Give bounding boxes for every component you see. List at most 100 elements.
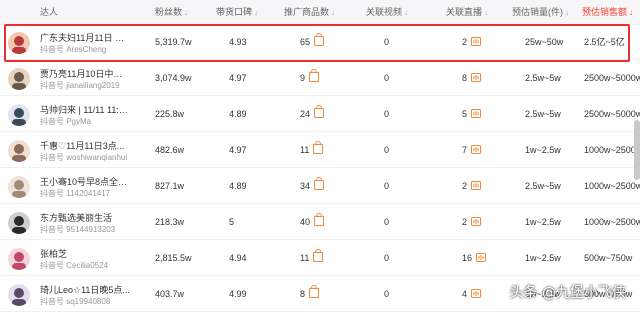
rating-value: 4.94: [229, 253, 247, 263]
douyin-id: 抖音号 95144913203: [40, 225, 116, 234]
shopping-bag-icon: [314, 177, 325, 190]
talent-name[interactable]: 东方甄选美丽生活: [40, 211, 130, 224]
avatar-image: [8, 176, 30, 198]
sort-icon[interactable]: ↓: [565, 8, 569, 17]
col-lives[interactable]: 关联直播 ↓: [446, 0, 488, 24]
table-row[interactable]: 王小骞10号早8点全棉... 抖音号 1142041417 827.1w 4.8…: [0, 169, 640, 204]
fans-count: 827.1w: [155, 181, 185, 191]
shopping-bag-icon: [314, 213, 325, 226]
talent-name[interactable]: 贾乃亮11月10日中午1...: [40, 67, 130, 80]
videos-count: 0: [384, 145, 390, 155]
sales-range: 1w~2.5w: [525, 145, 561, 155]
table-row[interactable]: 贾乃亮11月10日中午1... 抖音号 jianailiang2019 3,07…: [0, 61, 640, 96]
shopping-bag-icon: [313, 249, 324, 262]
sales-range: 2.5w~5w: [525, 181, 561, 191]
col-videos[interactable]: 关联视频 ↓: [366, 0, 408, 24]
talent-name[interactable]: 张柏芝: [40, 247, 130, 260]
lives-count: 7: [462, 145, 468, 155]
shopping-bag-icon: [309, 69, 320, 82]
products-count: 40: [300, 217, 311, 227]
avatar[interactable]: [8, 284, 30, 306]
products-cell[interactable]: 24: [300, 97, 325, 131]
lives-cell[interactable]: 16: [462, 241, 487, 275]
lives-count: 5: [462, 109, 468, 119]
table-row[interactable]: 张柏芝 抖音号 Cecilia0524 2,815.5w 4.94 11 0 1…: [0, 241, 640, 276]
rating-value: 4.89: [229, 181, 247, 191]
col-videos-label: 关联视频: [366, 7, 403, 17]
douyin-id: 抖音号 woshiwanqianhui: [40, 153, 128, 162]
products-cell[interactable]: 11: [300, 241, 324, 275]
products-cell[interactable]: 11: [300, 133, 324, 167]
fans-count: 2,815.5w: [155, 253, 192, 263]
lives-cell[interactable]: 4: [462, 277, 482, 311]
live-stream-icon: [471, 145, 482, 154]
talent-name[interactable]: 琦儿Leo☆11日晚5点...: [40, 283, 130, 296]
sort-icon[interactable]: ↓: [184, 8, 188, 17]
table-row[interactable]: 马帅归来 | 11/11 11:00... 抖音号 PgyMa 225.8w 4…: [0, 97, 640, 132]
videos-count: 0: [384, 217, 390, 227]
table-row[interactable]: 千惠♡11月11日3点... 抖音号 woshiwanqianhui 482.6…: [0, 133, 640, 168]
avatar-image: [8, 140, 30, 162]
lives-cell[interactable]: 8: [462, 61, 482, 95]
avatar-image: [8, 284, 30, 306]
avatar[interactable]: [8, 212, 30, 234]
highlight-box: [4, 24, 630, 62]
talent-name[interactable]: 马帅归来 | 11/11 11:00...: [40, 103, 130, 116]
lives-count: 8: [462, 73, 468, 83]
videos-count: 0: [384, 289, 390, 299]
live-stream-icon: [471, 109, 482, 118]
products-cell[interactable]: 40: [300, 205, 325, 239]
revenue-range: 1000w~2500w: [584, 181, 640, 191]
shopping-bag-icon: [314, 105, 325, 118]
table-row[interactable]: 东方甄选美丽生活 抖音号 95144913203 218.3w 5 40 0 2…: [0, 205, 640, 240]
products-count: 9: [300, 73, 306, 83]
scrollbar[interactable]: [634, 120, 640, 180]
douyin-id: 抖音号 1142041417: [40, 189, 111, 198]
avatar[interactable]: [8, 248, 30, 270]
avatar[interactable]: [8, 104, 30, 126]
products-cell[interactable]: 8: [300, 277, 320, 311]
col-talent[interactable]: 达人: [40, 0, 58, 24]
table-header: 达人 粉丝数 ↓ 带货口碑 ↓ 推广商品数 ↓ 关联视频 ↓ 关联直播 ↓ 预估销量(件)…: [0, 0, 640, 25]
live-stream-icon: [471, 217, 482, 226]
products-cell[interactable]: 9: [300, 61, 320, 95]
sort-icon[interactable]: ↓: [484, 8, 488, 17]
lives-cell[interactable]: 2: [462, 169, 482, 203]
col-revenue[interactable]: 预估销售额 ↓: [582, 0, 633, 24]
fans-count: 3,074.9w: [155, 73, 192, 83]
avatar[interactable]: [8, 176, 30, 198]
col-rating[interactable]: 带货口碑 ↓: [216, 0, 258, 24]
products-cell[interactable]: 34: [300, 169, 325, 203]
lives-cell[interactable]: 2: [462, 205, 482, 239]
sort-icon[interactable]: ↓: [629, 8, 633, 17]
sort-icon[interactable]: ↓: [404, 8, 408, 17]
products-count: 11: [300, 253, 310, 263]
sort-icon[interactable]: ↓: [254, 8, 258, 17]
col-rating-label: 带货口碑: [216, 7, 253, 17]
lives-count: 4: [462, 289, 468, 299]
lives-cell[interactable]: 5: [462, 97, 482, 131]
live-stream-icon: [471, 73, 482, 82]
talent-table: 达人 粉丝数 ↓ 带货口碑 ↓ 推广商品数 ↓ 关联视频 ↓ 关联直播 ↓ 预估销量(件)…: [0, 0, 640, 312]
products-count: 34: [300, 181, 311, 191]
videos-count: 0: [384, 109, 390, 119]
revenue-range: 1000w~2500w: [584, 217, 640, 227]
avatar[interactable]: [8, 140, 30, 162]
rating-value: 4.89: [229, 109, 247, 119]
rating-value: 5: [229, 217, 235, 227]
shopping-bag-icon: [309, 285, 320, 298]
col-revenue-label: 预估销售额: [582, 7, 628, 17]
talent-name[interactable]: 千惠♡11月11日3点...: [40, 139, 130, 152]
sales-range: 2.5w~5w: [525, 109, 561, 119]
sort-icon[interactable]: ↓: [331, 8, 335, 17]
lives-cell[interactable]: 7: [462, 133, 482, 167]
avatar-image: [8, 248, 30, 270]
products-count: 24: [300, 109, 311, 119]
lives-count: 2: [462, 217, 468, 227]
col-fans[interactable]: 粉丝数 ↓: [155, 0, 188, 24]
col-lives-label: 关联直播: [446, 7, 483, 17]
col-products[interactable]: 推广商品数 ↓: [284, 0, 335, 24]
col-sales[interactable]: 预估销量(件) ↓: [512, 0, 569, 24]
talent-name[interactable]: 王小骞10号早8点全棉...: [40, 175, 130, 188]
avatar[interactable]: [8, 68, 30, 90]
